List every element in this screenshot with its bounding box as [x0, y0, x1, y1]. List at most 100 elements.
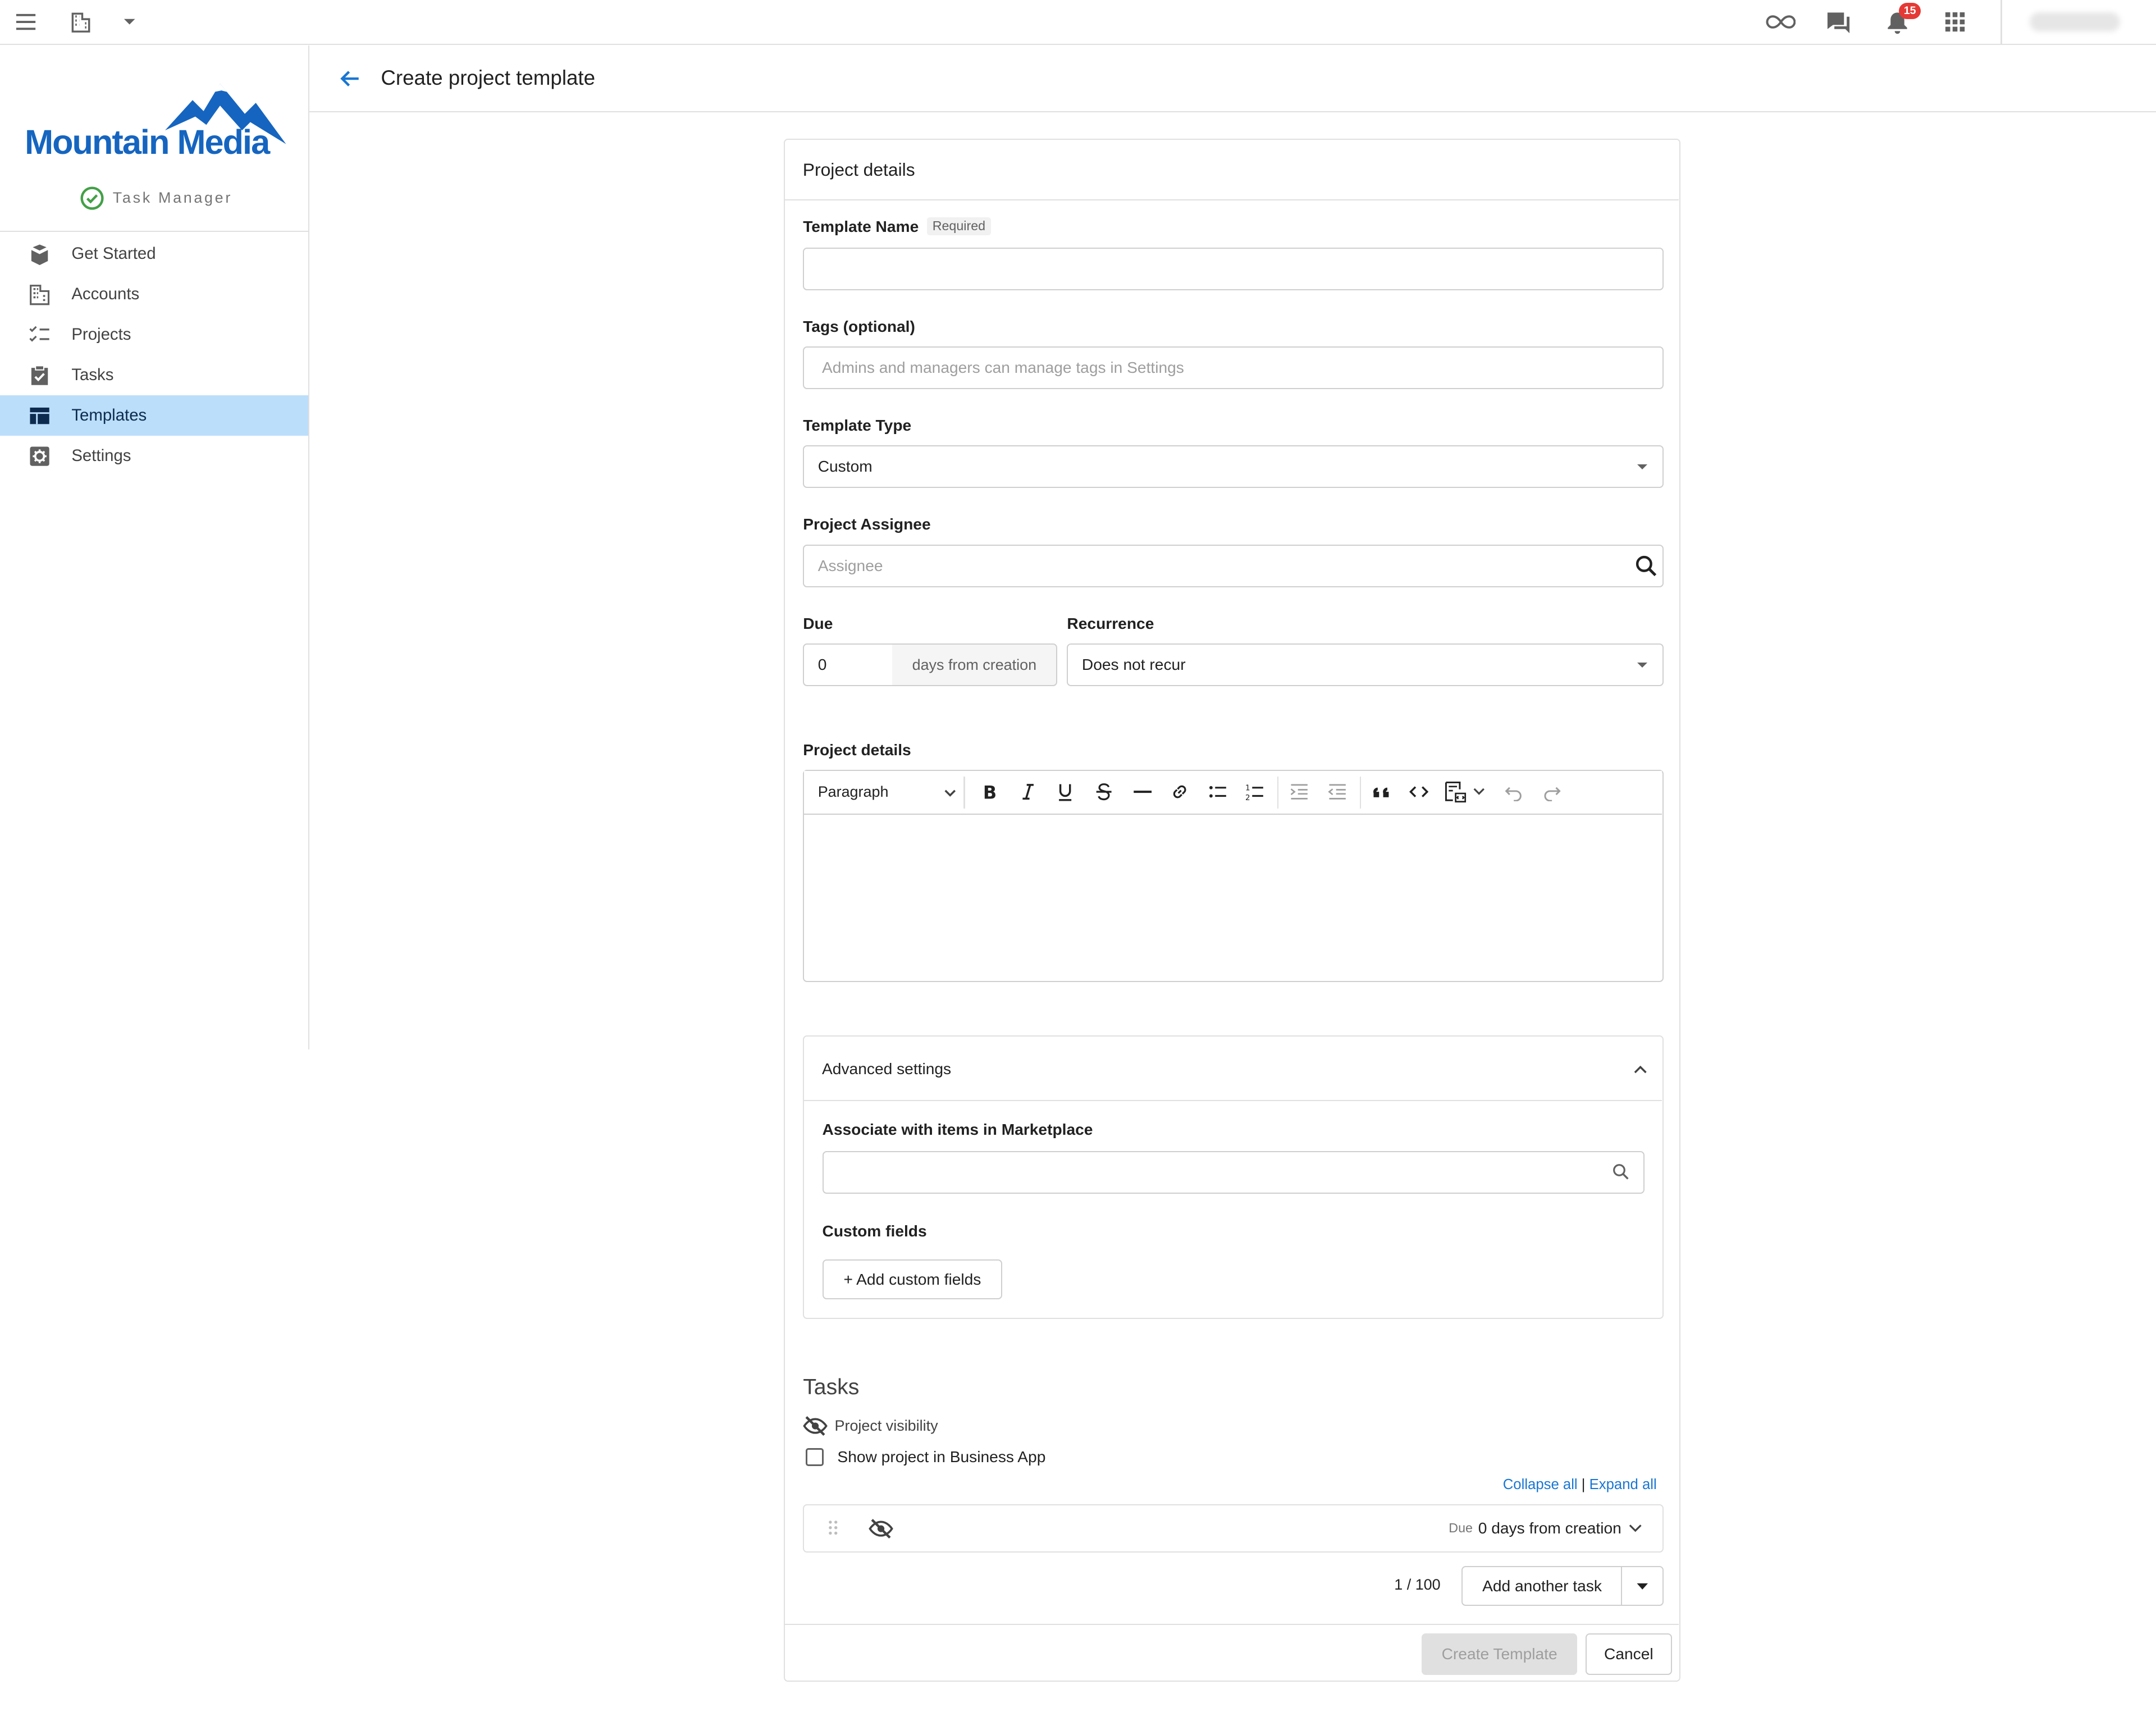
create-template-button[interactable]: Create Template	[1422, 1633, 1577, 1675]
template-name-label-text: Template Name	[803, 217, 919, 235]
sidebar-item-label: Projects	[71, 325, 131, 344]
svg-text:1: 1	[1245, 784, 1250, 793]
project-visibility-label: Project visibility	[834, 1417, 938, 1435]
user-menu[interactable]	[2029, 12, 2121, 32]
sidebar-item-label: Tasks	[71, 366, 114, 385]
add-custom-fields-button[interactable]: + Add custom fields	[822, 1259, 1003, 1300]
sidebar-item-templates[interactable]: Templates	[0, 395, 308, 436]
strikethrough-icon[interactable]	[1093, 781, 1114, 803]
box-icon	[29, 243, 51, 266]
eye-off-icon	[803, 1416, 828, 1436]
italic-icon[interactable]	[1017, 781, 1039, 803]
template-name-input[interactable]	[803, 247, 1664, 290]
bullet-list-icon[interactable]	[1207, 781, 1229, 803]
insert-template-icon[interactable]	[1445, 781, 1467, 803]
sidebar-item-label: Get Started	[71, 244, 156, 263]
advanced-settings-header[interactable]: Advanced settings	[804, 1037, 1662, 1101]
rich-text-editor: Paragraph B 12	[803, 770, 1664, 982]
sidebar-item-projects[interactable]: Projects	[0, 314, 308, 355]
task-due-prefix: Due	[1449, 1521, 1473, 1536]
indent-icon[interactable]	[1288, 781, 1310, 803]
building-icon	[29, 284, 51, 305]
caret-down-icon	[1637, 464, 1648, 469]
template-type-label: Template Type	[803, 417, 912, 435]
caret-down-icon	[1637, 1583, 1648, 1590]
marketplace-search-input[interactable]	[822, 1151, 1645, 1194]
menu-icon[interactable]	[13, 10, 38, 34]
card-footer-divider	[784, 1623, 1679, 1626]
sidebar-item-accounts[interactable]: Accounts	[0, 274, 308, 314]
back-arrow-icon[interactable]	[338, 66, 363, 91]
add-another-task-button[interactable]: Add another task	[1461, 1566, 1623, 1606]
template-type-select[interactable]: Custom	[803, 445, 1664, 489]
cancel-button[interactable]: Cancel	[1585, 1633, 1672, 1675]
chevron-down-icon[interactable]	[943, 788, 957, 799]
editor-toolbar: Paragraph B 12	[804, 771, 1662, 815]
recurrence-value: Does not recur	[1081, 656, 1186, 674]
add-task-dropdown-button[interactable]	[1621, 1566, 1664, 1606]
collapse-expand-links: Collapse all | Expand all	[1503, 1477, 1657, 1493]
recurrence-select[interactable]: Does not recur	[1067, 643, 1664, 687]
required-badge: Required	[926, 217, 991, 235]
recurrence-label: Recurrence	[1067, 614, 1154, 632]
redo-icon[interactable]	[1541, 781, 1563, 803]
sidebar-item-tasks[interactable]: Tasks	[0, 355, 308, 395]
infinity-icon[interactable]	[1766, 10, 1796, 34]
brand-product: Task Manager	[80, 186, 232, 211]
top-bar: 15	[0, 0, 2156, 45]
chat-icon[interactable]	[1825, 8, 1852, 36]
brand: Mountain Media Task Manager	[0, 45, 308, 232]
task-row[interactable]: Due 0 days from creation	[803, 1504, 1664, 1553]
show-in-app-checkbox[interactable]	[806, 1448, 824, 1466]
link-separator: |	[1581, 1477, 1586, 1493]
apps-grid-icon[interactable]	[1943, 10, 1967, 34]
block-format-select[interactable]: Paragraph	[818, 783, 889, 801]
blockquote-icon[interactable]	[1371, 781, 1392, 803]
toolbar-separator	[963, 777, 965, 809]
svg-text:B: B	[983, 782, 997, 801]
chevron-down-icon[interactable]	[1627, 1521, 1643, 1535]
advanced-settings-title: Advanced settings	[822, 1060, 952, 1078]
chevron-up-icon[interactable]	[1632, 1063, 1648, 1076]
sidebar-item-settings[interactable]: Settings	[0, 436, 308, 476]
caret-down-icon	[1637, 662, 1648, 668]
details-label: Project details	[803, 741, 911, 759]
link-icon[interactable]	[1168, 781, 1190, 803]
undo-icon[interactable]	[1502, 781, 1524, 803]
task-count: 1 / 100	[1394, 1576, 1441, 1593]
caret-down-icon[interactable]	[121, 13, 138, 30]
horizontal-rule-icon[interactable]	[1131, 781, 1153, 803]
expand-all-link[interactable]: Expand all	[1589, 1477, 1657, 1492]
chevron-down-icon[interactable]	[1472, 781, 1486, 803]
assignee-input[interactable]: Assignee	[803, 544, 1664, 587]
sidebar-item-get-started[interactable]: Get Started	[0, 234, 308, 274]
templates-icon	[29, 405, 51, 427]
tags-placeholder: Admins and managers can manage tags in S…	[822, 359, 1184, 377]
assignee-placeholder: Assignee	[817, 556, 883, 574]
search-icon[interactable]	[1634, 554, 1659, 578]
numbered-list-icon[interactable]: 12	[1244, 781, 1266, 803]
sidebar-nav: Get Started Accounts Projects Tasks Temp…	[0, 234, 308, 476]
due-days-input[interactable]: 0	[803, 643, 894, 687]
task-due: Due 0 days from creation	[1449, 1519, 1643, 1537]
search-icon[interactable]	[1612, 1163, 1630, 1181]
eye-off-icon[interactable]	[869, 1518, 894, 1540]
building-icon[interactable]	[68, 10, 93, 34]
template-name-label: Template Name Required	[803, 217, 991, 236]
collapse-all-link[interactable]: Collapse all	[1503, 1477, 1578, 1492]
tasks-heading: Tasks	[803, 1375, 860, 1399]
toolbar-separator	[1359, 777, 1362, 809]
due-label: Due	[803, 614, 833, 632]
drag-handle-icon[interactable]	[828, 1519, 839, 1536]
code-icon[interactable]	[1408, 781, 1429, 803]
task-due-value: 0 days from creation	[1478, 1519, 1621, 1537]
svg-text:2: 2	[1245, 794, 1250, 801]
underline-icon[interactable]	[1054, 781, 1076, 803]
editor-body[interactable]	[804, 815, 1662, 980]
tags-input[interactable]: Admins and managers can manage tags in S…	[803, 346, 1664, 390]
bold-icon[interactable]: B	[979, 781, 1001, 803]
brand-product-label: Task Manager	[112, 189, 232, 207]
outdent-icon[interactable]	[1327, 781, 1349, 803]
topbar-divider	[2000, 0, 2002, 44]
sidebar-item-label: Accounts	[71, 285, 140, 304]
